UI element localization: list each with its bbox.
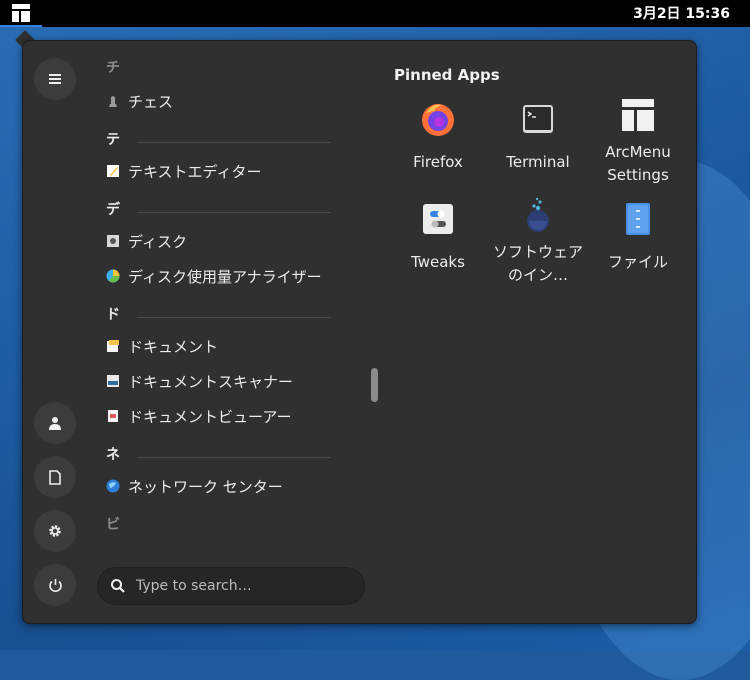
section-header: テ	[106, 132, 120, 148]
app-item-disks[interactable]: ディスク	[106, 227, 331, 255]
firefox-icon	[422, 104, 454, 136]
app-label: ドキュメントビューアー	[128, 407, 292, 426]
app-item-document-viewer[interactable]: ドキュメントビューアー	[106, 402, 331, 430]
app-item-disk-usage[interactable]: ディスク使用量アナライザー	[106, 262, 331, 290]
app-item-document-scanner[interactable]: ドキュメントスキャナー	[106, 367, 331, 395]
app-item-chess[interactable]: チェス	[106, 87, 331, 115]
app-item-network-center[interactable]: ネットワーク センター	[106, 472, 331, 500]
chess-icon	[109, 96, 117, 107]
pinned-app-arcmenu-settings[interactable]: ArcMenu Settings	[593, 97, 683, 187]
pinned-app-software[interactable]: ソフトウェアのイン…	[493, 197, 583, 287]
power-button[interactable]	[34, 564, 76, 606]
terminal-icon	[523, 105, 553, 133]
user-button[interactable]	[34, 402, 76, 444]
arcmenu-icon	[12, 3, 30, 22]
app-item-text-editor[interactable]: テキストエディター	[106, 157, 331, 185]
app-label: チェス	[128, 92, 174, 111]
section-divider	[137, 142, 331, 143]
arcmenu-button[interactable]	[0, 0, 42, 27]
app-label: Tweaks	[411, 253, 465, 271]
document-viewer-icon	[108, 410, 118, 422]
document-icon	[49, 469, 61, 485]
app-label: ソフトウェアのイン…	[493, 243, 584, 284]
pinned-app-firefox[interactable]: Firefox	[393, 101, 483, 174]
software-icon	[527, 197, 549, 232]
app-label: ネットワーク センター	[128, 477, 283, 496]
search-input[interactable]	[134, 577, 358, 595]
section-header: デ	[106, 202, 120, 218]
clock[interactable]: 3月2日 15:36	[633, 0, 730, 27]
tweaks-icon	[423, 204, 453, 234]
arcmenu-panel: チ チェス テ テキストエディター デ ディスク ディスク使用量アナライザー ド…	[22, 40, 697, 624]
network-icon	[106, 479, 120, 493]
app-label: Terminal	[506, 153, 570, 171]
section-header: ネ	[106, 447, 120, 463]
files-icon	[626, 203, 650, 235]
hamburger-button[interactable]	[34, 58, 76, 100]
pinned-app-terminal[interactable]: Terminal	[493, 101, 583, 174]
documents-icon	[107, 340, 119, 352]
arcmenu-settings-icon	[622, 99, 654, 131]
app-label: ArcMenu Settings	[605, 143, 671, 184]
gear-icon	[49, 525, 61, 537]
section-divider	[137, 457, 331, 458]
app-label: ドキュメント	[128, 337, 219, 356]
app-label: ドキュメントスキャナー	[128, 372, 294, 391]
search-box[interactable]	[97, 567, 365, 605]
section-header: ド	[106, 307, 120, 323]
section-divider	[137, 317, 331, 318]
app-label: テキストエディター	[128, 162, 262, 181]
power-icon	[48, 578, 62, 592]
user-icon	[49, 417, 61, 430]
documents-button[interactable]	[34, 456, 76, 498]
app-list[interactable]: チ チェス テ テキストエディター デ ディスク ディスク使用量アナライザー ド…	[93, 51, 343, 551]
app-label: ディスク	[128, 232, 187, 251]
scanner-icon	[107, 375, 119, 387]
menu-icon	[49, 74, 61, 84]
disks-icon	[107, 235, 119, 247]
section-header: ビ	[106, 517, 120, 533]
top-bar: 3月2日 15:36	[0, 0, 750, 27]
app-label: ディスク使用量アナライザー	[128, 267, 322, 286]
search-icon	[111, 579, 125, 593]
section-header: チ	[106, 60, 120, 76]
section-divider	[137, 212, 331, 213]
settings-button[interactable]	[34, 510, 76, 552]
pinned-apps-title: Pinned Apps	[394, 66, 500, 84]
disk-usage-icon	[106, 269, 120, 283]
app-item-documents[interactable]: ドキュメント	[106, 332, 331, 360]
pinned-app-tweaks[interactable]: Tweaks	[393, 201, 483, 274]
app-label: Firefox	[413, 153, 463, 171]
app-list-scrollbar[interactable]	[371, 368, 378, 402]
pinned-app-files[interactable]: ファイル	[593, 201, 683, 274]
text-editor-icon	[107, 165, 119, 177]
app-label: ファイル	[607, 253, 668, 271]
